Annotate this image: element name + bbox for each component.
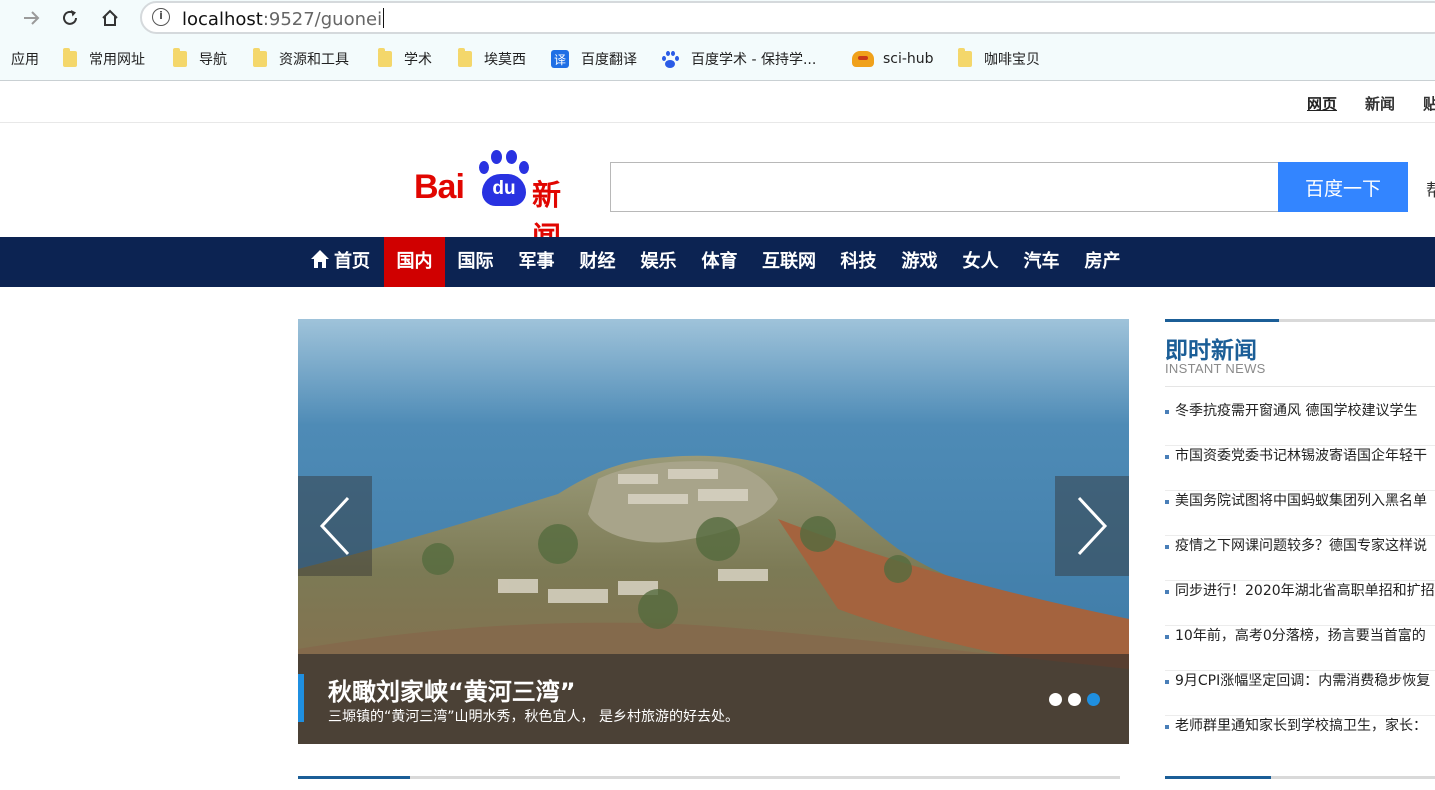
url-text[interactable]: localhost:9527/guonei — [182, 8, 385, 30]
text-caret — [383, 8, 385, 28]
bookmark-label: 百度学术 - 保持学... — [691, 52, 817, 68]
search-input[interactable] — [610, 162, 1279, 212]
channel-guonei[interactable]: 国内 — [384, 237, 445, 287]
baidu-paw-icon: du — [476, 148, 532, 208]
forward-arrow-icon[interactable] — [18, 5, 44, 31]
divider — [1165, 386, 1435, 387]
reload-icon[interactable] — [57, 5, 83, 31]
channel-youxi[interactable]: 游戏 — [889, 237, 950, 287]
channel-nvren[interactable]: 女人 — [950, 237, 1011, 287]
folder-icon — [378, 48, 392, 67]
news-item[interactable]: 市国资委党委书记林锡波寄语国企年轻干 — [1165, 446, 1435, 491]
channel-label: 首页 — [334, 251, 370, 272]
chevron-right-icon — [1077, 496, 1108, 556]
channel-keji[interactable]: 科技 — [828, 237, 889, 287]
news-item[interactable]: 9月CPI涨幅坚定回调：内需消费稳步恢复 — [1165, 671, 1435, 716]
slide-subtitle: 三塬镇的“黄河三湾”山明水秀，秋色宜人， 是乡村旅游的好去处。 — [328, 709, 739, 725]
bookmark-label: 埃莫西 — [484, 52, 526, 68]
bookmark-folder-common[interactable]: 常用网址 — [63, 48, 145, 70]
channel-yule[interactable]: 娱乐 — [628, 237, 689, 287]
bookmark-label: 常用网址 — [89, 52, 145, 68]
panel-top-line — [1165, 319, 1435, 322]
channel-fangchan[interactable]: 房产 — [1072, 237, 1133, 287]
url-host: localhost — [182, 9, 263, 30]
slider-dot-1[interactable] — [1049, 693, 1062, 706]
instant-news-subtitle: INSTANT NEWS — [1165, 361, 1266, 376]
bookmark-folder-nav[interactable]: 导航 — [173, 48, 227, 70]
top-link-web[interactable]: 网页 — [1307, 93, 1337, 114]
home-icon — [310, 239, 330, 268]
news-item[interactable]: 10年前，高考0分落榜，扬言要当首富的 — [1165, 626, 1435, 671]
channel-junshi[interactable]: 军事 — [506, 237, 567, 287]
info-icon[interactable]: i — [152, 8, 170, 26]
slider-dot-2[interactable] — [1068, 693, 1081, 706]
channel-caijing[interactable]: 财经 — [567, 237, 628, 287]
logo-bai-text: Bai — [414, 168, 465, 206]
slide-caption: 秋瞰刘家峡“黄河三湾” 三塬镇的“黄河三湾”山明水秀，秋色宜人， 是乡村旅游的好… — [298, 654, 1129, 744]
bookmark-label: 资源和工具 — [279, 52, 349, 68]
top-links-bar: 网页 新闻 贴吧 — [0, 82, 1435, 123]
address-bar[interactable]: i localhost:9527/guonei — [140, 1, 1435, 34]
instant-news-title: 即时新闻 — [1165, 338, 1257, 364]
browser-toolbar: i localhost:9527/guonei — [0, 0, 1435, 36]
channel-tiyu[interactable]: 体育 — [689, 237, 750, 287]
channel-qiche[interactable]: 汽车 — [1011, 237, 1072, 287]
bookmark-baidu-scholar[interactable]: 百度学术 - 保持学... — [661, 48, 816, 70]
slide-title[interactable]: 秋瞰刘家峡“黄河三湾” — [328, 672, 576, 707]
news-item[interactable]: 疫情之下网课问题较多？德国专家这样说 — [1165, 536, 1435, 581]
channel-nav: 首页 国内 国际 军事 财经 娱乐 体育 互联网 科技 游戏 女人 汽车 房产 — [0, 237, 1435, 287]
help-link[interactable]: 帮助 — [1426, 176, 1435, 201]
bookmark-folder-academic[interactable]: 学术 — [378, 48, 432, 70]
caption-accent-bar — [298, 674, 304, 722]
chevron-left-icon — [319, 496, 350, 556]
search-button[interactable]: 百度一下 — [1278, 162, 1408, 212]
slider-dot-3[interactable] — [1087, 693, 1100, 706]
slider-next-button[interactable] — [1055, 476, 1129, 576]
folder-icon — [253, 48, 267, 67]
bookmark-label: sci-hub — [883, 51, 934, 67]
top-link-tieba[interactable]: 贴吧 — [1423, 93, 1435, 114]
baidu-news-logo[interactable]: Bai du 新闻 — [414, 148, 589, 254]
bookmark-label: 导航 — [199, 52, 227, 68]
folder-icon — [63, 48, 77, 67]
home-icon[interactable] — [97, 5, 123, 31]
logo-du-text: du — [482, 174, 526, 206]
slider-prev-button[interactable] — [298, 476, 372, 576]
bookmark-label: 学术 — [404, 52, 432, 68]
top-link-news[interactable]: 新闻 — [1365, 93, 1395, 114]
bookmark-apps[interactable]: 应用 — [11, 48, 39, 70]
bookmark-baidu-translate[interactable]: 译 百度翻译 — [551, 48, 637, 70]
url-path: :9527/guonei — [262, 9, 383, 30]
folder-icon — [458, 48, 472, 67]
channel-hulianwang[interactable]: 互联网 — [750, 237, 828, 287]
section-divider — [1165, 776, 1435, 779]
news-item[interactable]: 美国务院试图将中国蚂蚁集团列入黑名单 — [1165, 491, 1435, 536]
bookmark-label: 咖啡宝贝 — [984, 52, 1040, 68]
instant-news-panel: 即时新闻 INSTANT NEWS 冬季抗疫需开窗通风 德国学校建议学生 市国资… — [1165, 319, 1435, 749]
headline-slider[interactable]: 秋瞰刘家峡“黄河三湾” 三塬镇的“黄河三湾”山明水秀，秋色宜人， 是乡村旅游的好… — [298, 319, 1129, 744]
news-item[interactable]: 冬季抗疫需开窗通风 德国学校建议学生 — [1165, 401, 1435, 446]
bookmark-folder-coffee[interactable]: 咖啡宝贝 — [958, 48, 1040, 70]
bookmark-folder-resources[interactable]: 资源和工具 — [253, 48, 349, 70]
baidu-paw-icon — [661, 50, 679, 68]
bookmark-label: 应用 — [11, 52, 39, 68]
news-item[interactable]: 同步进行！2020年湖北省高职单招和扩招 — [1165, 581, 1435, 626]
news-item[interactable]: 老师群里通知家长到学校搞卫生，家长： — [1165, 716, 1435, 749]
bookmark-folder-aimoxi[interactable]: 埃莫西 — [458, 48, 526, 70]
scihub-icon — [852, 51, 874, 67]
bookmarks-bar: 应用 常用网址 导航 资源和工具 学术 埃莫西 译 百度翻译 百度学术 - 保持… — [0, 36, 1435, 81]
bookmark-sci-hub[interactable]: sci-hub — [852, 48, 934, 70]
channel-guoji[interactable]: 国际 — [445, 237, 506, 287]
section-divider — [298, 776, 1120, 779]
translate-icon: 译 — [551, 50, 569, 68]
folder-icon — [958, 48, 972, 67]
folder-icon — [173, 48, 187, 67]
channel-home[interactable]: 首页 — [300, 237, 380, 287]
bookmark-label: 百度翻译 — [581, 52, 637, 68]
